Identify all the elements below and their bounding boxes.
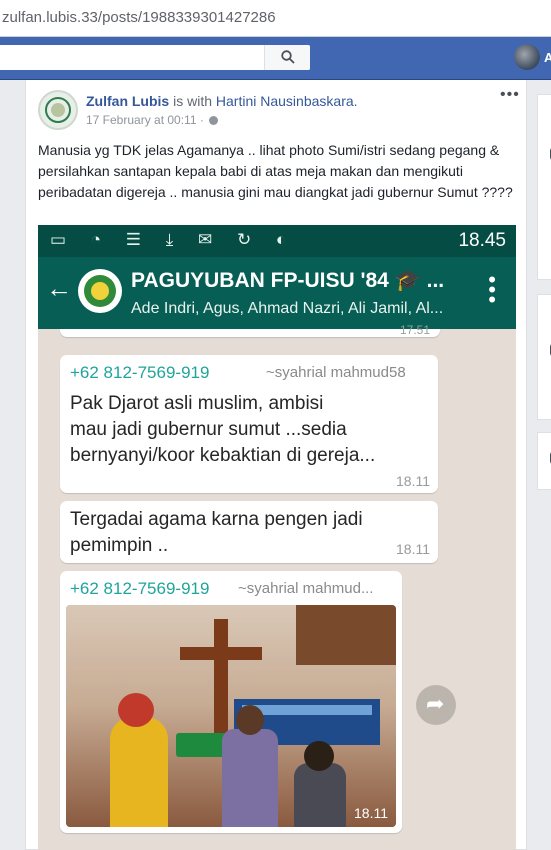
sidebar-card — [537, 94, 551, 280]
image-message-bubble: +62 812-7569-919 ~syahrial mahmud... 18.… — [60, 571, 402, 833]
menu-dots-icon: • • • — [488, 267, 496, 312]
post-date[interactable]: 17 February at 00:11 · — [86, 113, 204, 127]
post-image[interactable]: ▭ ◔ ☰ ⤓ ✉ ↻ ◐ 18.45 ← PAGUYUBAN FP-UISU … — [38, 225, 516, 850]
post-card: Zulfan Lubis is with Hartini Nausinbaska… — [25, 80, 527, 850]
post-meta: 17 February at 00:11 · — [86, 113, 219, 127]
sidebar-card — [537, 432, 551, 490]
forward-button: ➦ — [416, 685, 456, 725]
message-text-line: pemimpin .. — [70, 535, 169, 556]
facebook-top-bar: A — [0, 37, 551, 80]
message-text-line: bernyanyi/koor kebaktian di gereja... — [70, 445, 376, 466]
chat-header: ← PAGUYUBAN FP-UISU '84 🎓 ... Ade Indri,… — [38, 257, 516, 329]
status-time: 18.45 — [458, 230, 506, 251]
author-name[interactable]: Zulfan Lubis — [86, 93, 169, 109]
cross-icon — [214, 619, 228, 739]
group-members: Ade Indri, Agus, Ahmad Nazri, Ali Jamil,… — [131, 300, 444, 317]
post-caption: Manusia yg TDK jelas Agamanya .. lihat p… — [38, 142, 513, 200]
url-text[interactable]: zulfan.lubis.33/posts/1988339301427286 — [2, 9, 276, 26]
tagged-user[interactable]: Hartini Nausinbaskara. — [216, 93, 358, 109]
shared-photo: 18.11 — [66, 605, 396, 827]
message-time: 18.11 — [354, 805, 388, 821]
message-text-line: mau jadi gubernur sumut ...sedia — [70, 419, 347, 440]
group-title: PAGUYUBAN FP-UISU '84 🎓 ... — [131, 269, 445, 292]
message-bubble: Tergadai agama karna pengen jadi pemimpi… — [60, 501, 438, 563]
back-arrow-icon: ← — [46, 273, 72, 303]
status-icons: ▭ ◔ ☰ ⤓ ✉ ↻ ◐ — [50, 230, 297, 249]
globe-icon — [209, 116, 219, 125]
user-avatar[interactable] — [514, 44, 540, 70]
phone-status-bar: ▭ ◔ ☰ ⤓ ✉ ↻ ◐ 18.45 — [38, 225, 516, 257]
message-sender: +62 812-7569-919 — [70, 579, 210, 598]
sidebar-card — [537, 294, 551, 420]
previous-message: 17.51 — [60, 323, 440, 337]
author-avatar[interactable] — [38, 90, 78, 130]
message-time: 18.11 — [396, 473, 430, 489]
browser-address-bar[interactable]: zulfan.lubis.33/posts/1988339301427286 — [0, 0, 551, 37]
more-options-icon[interactable]: ••• — [500, 86, 520, 104]
message-sender: +62 812-7569-919 — [70, 363, 210, 382]
message-text-line: Tergadai agama karna pengen jadi — [70, 509, 363, 530]
post-header: Zulfan Lubis is with Hartini Nausinbaska… — [86, 93, 358, 109]
search-button[interactable] — [264, 45, 310, 70]
sender-alias: ~syahrial mahmud58 — [266, 364, 406, 381]
message-bubble: +62 812-7569-919 ~syahrial mahmud58 Pak … — [60, 355, 438, 493]
sender-alias: ~syahrial mahmud... — [238, 580, 374, 597]
search-icon — [281, 50, 295, 64]
user-name[interactable]: A — [544, 50, 551, 65]
group-avatar — [78, 269, 122, 313]
message-text-line: Pak Djarot asli muslim, ambisi — [70, 393, 324, 414]
message-time: 17.51 — [399, 323, 430, 337]
forward-arrow-icon: ➦ — [426, 691, 445, 716]
with-text: is with — [173, 93, 213, 109]
message-time: 18.11 — [396, 541, 430, 557]
